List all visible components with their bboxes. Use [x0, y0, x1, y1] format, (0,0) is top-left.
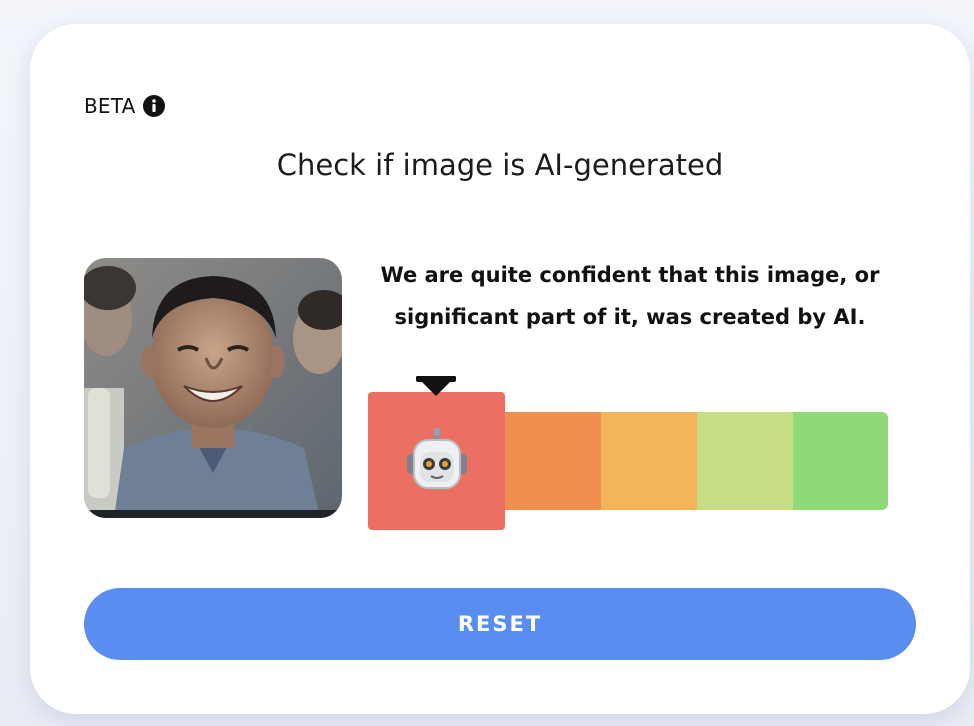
meter-segment-4: [697, 412, 793, 510]
meter-segment-3: [601, 412, 697, 510]
ai-check-card: BETA Check if image is AI-generated We a…: [30, 24, 970, 714]
result-message: We are quite confident that this image, …: [370, 254, 890, 338]
robot-icon: [402, 428, 472, 498]
info-icon[interactable]: [142, 94, 166, 118]
reset-button[interactable]: RESET: [84, 588, 916, 660]
confidence-meter: [368, 376, 890, 536]
beta-label: BETA: [84, 94, 136, 118]
result-line-2: significant part of it, was created by A…: [394, 305, 866, 329]
page-title: Check if image is AI-generated: [276, 148, 724, 182]
meter-segment-5: [793, 412, 888, 510]
result-line-1: We are quite confident that this image, …: [380, 263, 880, 287]
meter-segment-2: [505, 412, 601, 510]
meter-pointer-icon: [416, 376, 456, 396]
beta-badge: BETA: [84, 94, 166, 118]
uploaded-image: [84, 258, 342, 518]
